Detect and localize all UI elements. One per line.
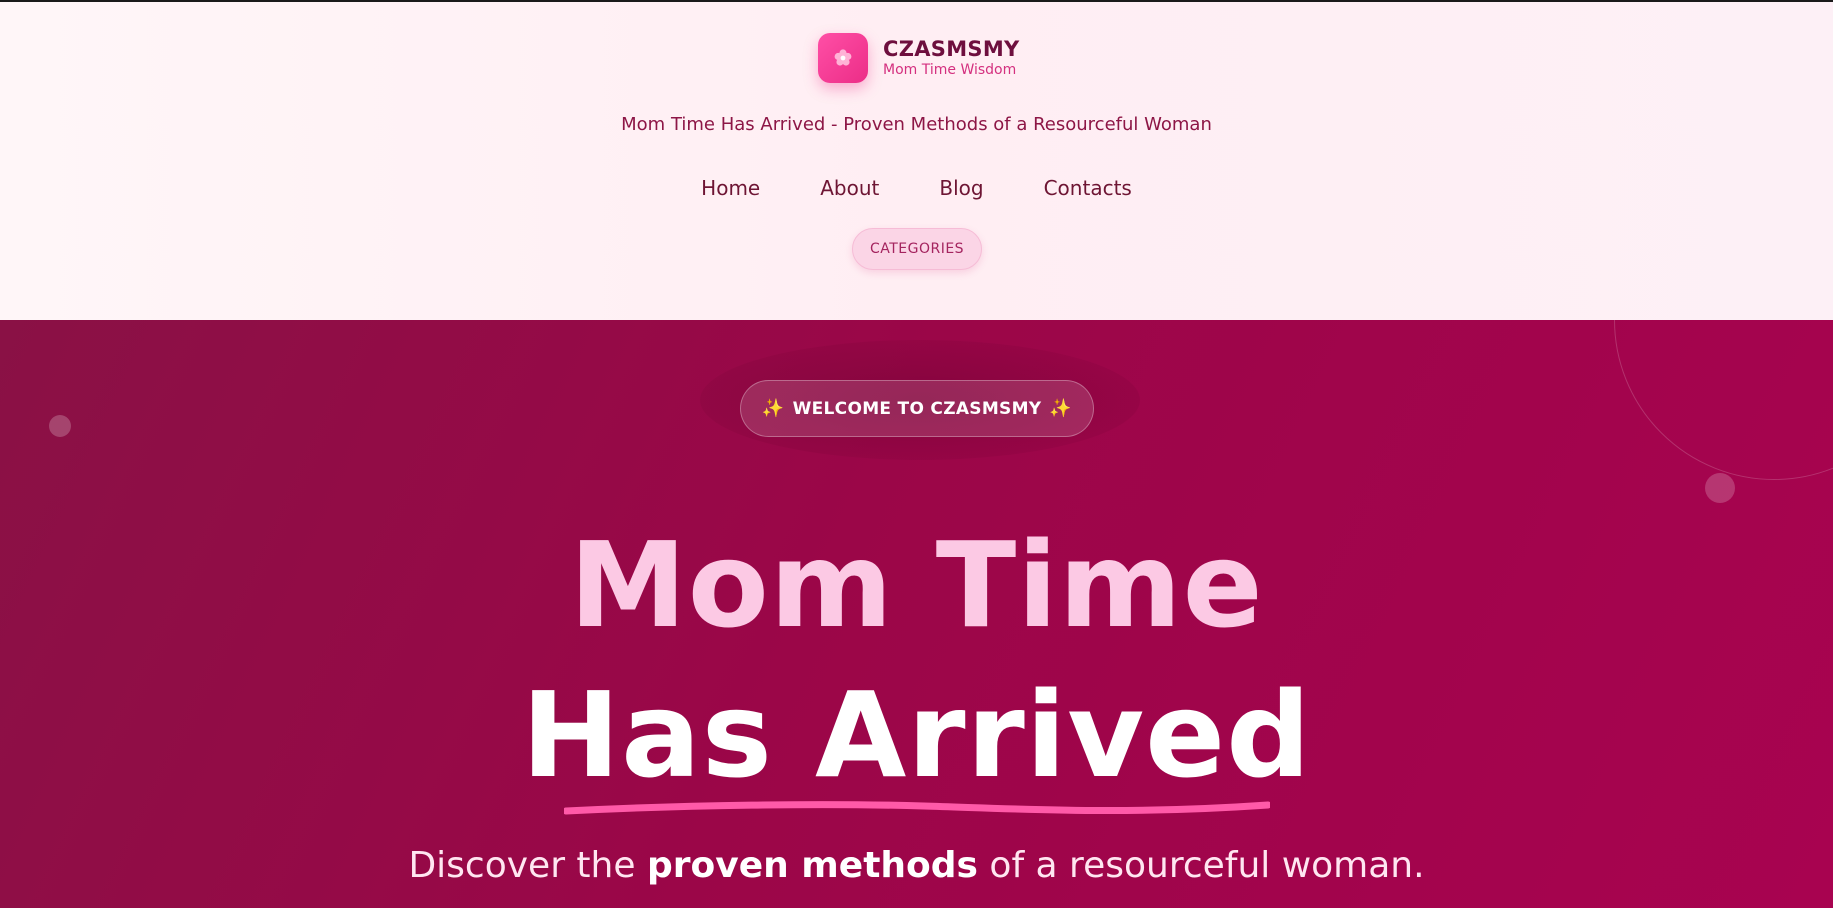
hero-title-line2: Has Arrived — [521, 666, 1312, 804]
welcome-badge: ✨ WELCOME TO CZASMSMY ✨ — [740, 380, 1094, 437]
categories-button[interactable]: CATEGORIES — [852, 228, 982, 270]
site-subtitle: Mom Time Has Arrived - Proven Methods of… — [621, 114, 1212, 135]
main-nav: Home About Blog Contacts — [0, 170, 1833, 206]
hero-subtitle-bold: proven methods — [646, 845, 978, 886]
hero-section: ✨ WELCOME TO CZASMSMY ✨ Mom Time Has Arr… — [0, 320, 1833, 908]
logo[interactable] — [818, 33, 868, 83]
hero-title-line1: Mom Time — [569, 516, 1264, 654]
nav-about[interactable]: About — [790, 170, 909, 206]
hero-subtitle-post: of a resourceful woman. — [977, 845, 1425, 886]
hero-subtitle: Discover the proven methods of a resourc… — [0, 845, 1833, 886]
brand-name[interactable]: CZASMSMY — [883, 37, 1020, 61]
flower-icon — [834, 49, 852, 66]
hero-subtitle-pre: Discover the — [408, 845, 647, 886]
title-underline — [564, 801, 1270, 815]
decorative-dot — [1705, 473, 1735, 503]
decorative-dot — [49, 415, 71, 437]
welcome-badge-label: WELCOME TO CZASMSMY — [792, 398, 1042, 419]
site-header: CZASMSMY Mom Time Wisdom Mom Time Has Ar… — [0, 2, 1833, 320]
sparkles-icon: ✨ — [761, 398, 785, 419]
decorative-ring — [1614, 320, 1833, 480]
brand[interactable]: CZASMSMY Mom Time Wisdom — [818, 32, 1020, 84]
nav-contacts[interactable]: Contacts — [1014, 170, 1162, 206]
brand-tagline: Mom Time Wisdom — [883, 62, 1017, 78]
nav-home[interactable]: Home — [671, 170, 790, 206]
sparkles-icon: ✨ — [1049, 398, 1073, 419]
nav-blog[interactable]: Blog — [909, 170, 1013, 206]
brand-text: CZASMSMY Mom Time Wisdom — [883, 37, 1020, 79]
